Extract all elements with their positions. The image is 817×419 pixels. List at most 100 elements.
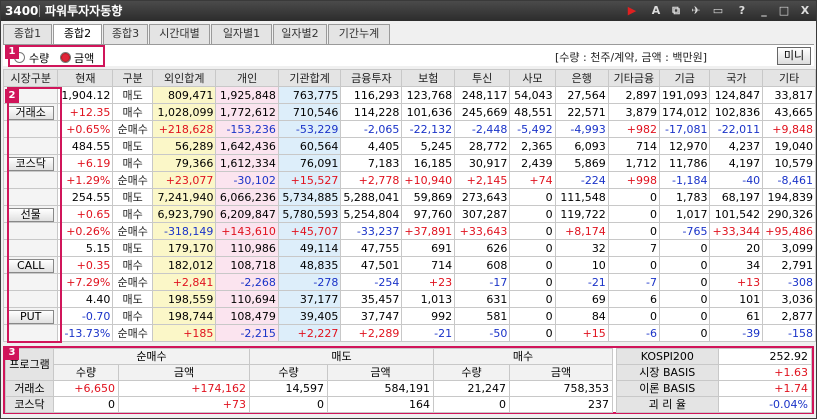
market-button[interactable]: PUT (7, 309, 54, 324)
market-cell: CALL (2, 256, 59, 274)
send-icon[interactable]: ✈ (689, 4, 703, 18)
table-row: +1.29% 순매수 +23,077 -30,102 +15,527 +2,778 +10,… (2, 171, 816, 189)
table-row: 484.55 매도 56,289 1,642,436 60,564 4,405 5,245 2… (2, 137, 816, 155)
other-value: 3,099 (762, 239, 816, 257)
foreign-value: 56,289 (151, 137, 217, 155)
market-cell (2, 120, 59, 138)
market-button[interactable]: 코스닥 (7, 156, 54, 171)
bank-value: -4,993 (554, 120, 609, 138)
financial-invest-value: 116,293 (340, 86, 403, 104)
play-icon[interactable]: ▶ (625, 4, 639, 18)
market-button[interactable]: 거래소 (7, 105, 54, 120)
current-value: -13.73% (57, 324, 114, 342)
help-icon[interactable]: ? (735, 4, 749, 18)
other-finance-col-header: 기타금융 (607, 69, 660, 87)
table-row: 거래소 +12.35 매수 1,028,099 1,772,612 710,546 114,… (2, 103, 816, 121)
table-row: 5.15 매도 179,170 110,986 49,114 47,755 691 626 0 3… (2, 239, 816, 257)
tab-summary3[interactable]: 종합3 (103, 24, 148, 44)
market-button[interactable]: 선물 (7, 207, 54, 222)
private-equity-value: 0 (509, 205, 556, 223)
government-value: -40 (709, 171, 764, 189)
institution-value: +2,227 (277, 324, 342, 342)
program-value: 0 (433, 396, 510, 413)
other-finance-value: 3,879 (607, 103, 660, 121)
insurance-value: 101,636 (401, 103, 456, 121)
trade-type: 매도 (112, 239, 153, 257)
unit-option-group: 수량 금액 (8, 45, 105, 67)
insurance-value: 16,185 (401, 154, 456, 172)
foreign-value: 809,471 (151, 86, 217, 104)
kospi-label: KOSPI200 (616, 348, 719, 365)
tab-daily2[interactable]: 일자별2 (273, 24, 327, 44)
insurance-value: 97,760 (401, 205, 456, 223)
foreign-value: +185 (151, 324, 217, 342)
restore-icon[interactable]: ▭ (711, 4, 725, 18)
trust-value: 30,917 (454, 154, 511, 172)
financial-invest-value: -254 (340, 273, 403, 291)
private-equity-value: 0 (509, 239, 556, 257)
current-value: -0.70 (57, 307, 114, 325)
fund-value: -17,081 (658, 120, 711, 138)
tab-summary1[interactable]: 종합1 (3, 24, 52, 44)
fund-value: 0 (658, 307, 711, 325)
current-value: 254.55 (57, 188, 114, 206)
other-value: 3,036 (762, 290, 816, 308)
amount-label[interactable]: 금액 (74, 50, 94, 66)
financial-invest-value: 5,254,804 (340, 205, 403, 223)
other-finance-value: 0 (607, 188, 660, 206)
private-equity-value: +74 (509, 171, 556, 189)
insurance-value: 691 (401, 239, 456, 257)
insurance-value: -21 (401, 324, 456, 342)
maximize-icon[interactable]: □ (777, 4, 791, 18)
trade-type: 순매수 (112, 324, 153, 342)
tab-period-total[interactable]: 기간누계 (328, 24, 390, 44)
individual-value: 1,925,848 (215, 86, 279, 104)
table-row: -13.73% 순매수 +185 -2,215 +2,227 +2,289 -21 -50 0 +… (2, 324, 816, 342)
tab-summary2[interactable]: 종합2 (53, 24, 102, 45)
current-value: +7.29% (57, 273, 114, 291)
minimize-icon[interactable]: _ (757, 4, 771, 18)
bank-value: 22,571 (554, 103, 609, 121)
program-value: +73 (118, 396, 250, 413)
font-icon[interactable]: A (649, 4, 663, 18)
government-value: 4,197 (709, 154, 764, 172)
current-value: +0.26% (57, 222, 114, 240)
section-badge-1: 1 (5, 45, 19, 59)
amount-radio[interactable] (60, 52, 71, 63)
window-title: 파워투자자동향 (45, 4, 123, 18)
institution-value: 48,835 (277, 256, 342, 274)
other-value: 2,877 (762, 307, 816, 325)
other-value: +95,486 (762, 222, 816, 240)
individual-value: +143,610 (215, 222, 279, 240)
trust-value: -50 (454, 324, 511, 342)
program-table: 프로그램 순매수 매도 매수 수량 금액 수량 금액 수량 금액 거래소 +6,6… (5, 348, 613, 413)
program-group-buy: 매수 (433, 348, 613, 365)
unit-note: [수량 : 천주/계약, 금액 : 백만원] (555, 51, 707, 64)
title-bar: 3400 파워투자자동향 ▶ A ⧉ ✈ ▭ ? _ □ X (1, 1, 816, 21)
individual-value: -30,102 (215, 171, 279, 189)
current-col-header: 현재 (57, 69, 114, 87)
trade-type: 순매수 (112, 171, 153, 189)
institution-value: 5,734,885 (277, 188, 342, 206)
private-equity-col-header: 사모 (509, 69, 556, 87)
close-icon[interactable]: X (798, 4, 812, 18)
table-row: 선물 +0.65 매수 6,923,790 6,209,847 5,780,593 5,25… (2, 205, 816, 223)
market-button[interactable]: CALL (7, 258, 54, 273)
tab-by-time[interactable]: 시간대별 (149, 24, 210, 44)
other-finance-value: 1,712 (607, 154, 660, 172)
fund-value: -1,184 (658, 171, 711, 189)
qty-label[interactable]: 수량 (29, 50, 49, 66)
insurance-value: 1,013 (401, 290, 456, 308)
government-value: 20 (709, 239, 764, 257)
financial-invest-value: 114,228 (340, 103, 403, 121)
title-separator (39, 5, 40, 17)
copy-icon[interactable]: ⧉ (669, 4, 683, 18)
private-equity-value: 0 (509, 307, 556, 325)
other-finance-value: 2,897 (607, 86, 660, 104)
financial-invest-value: -33,237 (340, 222, 403, 240)
fund-value: 12,970 (658, 137, 711, 155)
tab-daily1[interactable]: 일자별1 (211, 24, 272, 44)
table-row: 254.55 매도 7,241,940 6,066,236 5,734,885 5,288… (2, 188, 816, 206)
mini-button[interactable]: 미니 (777, 47, 811, 65)
insurance-value: +37,891 (401, 222, 456, 240)
